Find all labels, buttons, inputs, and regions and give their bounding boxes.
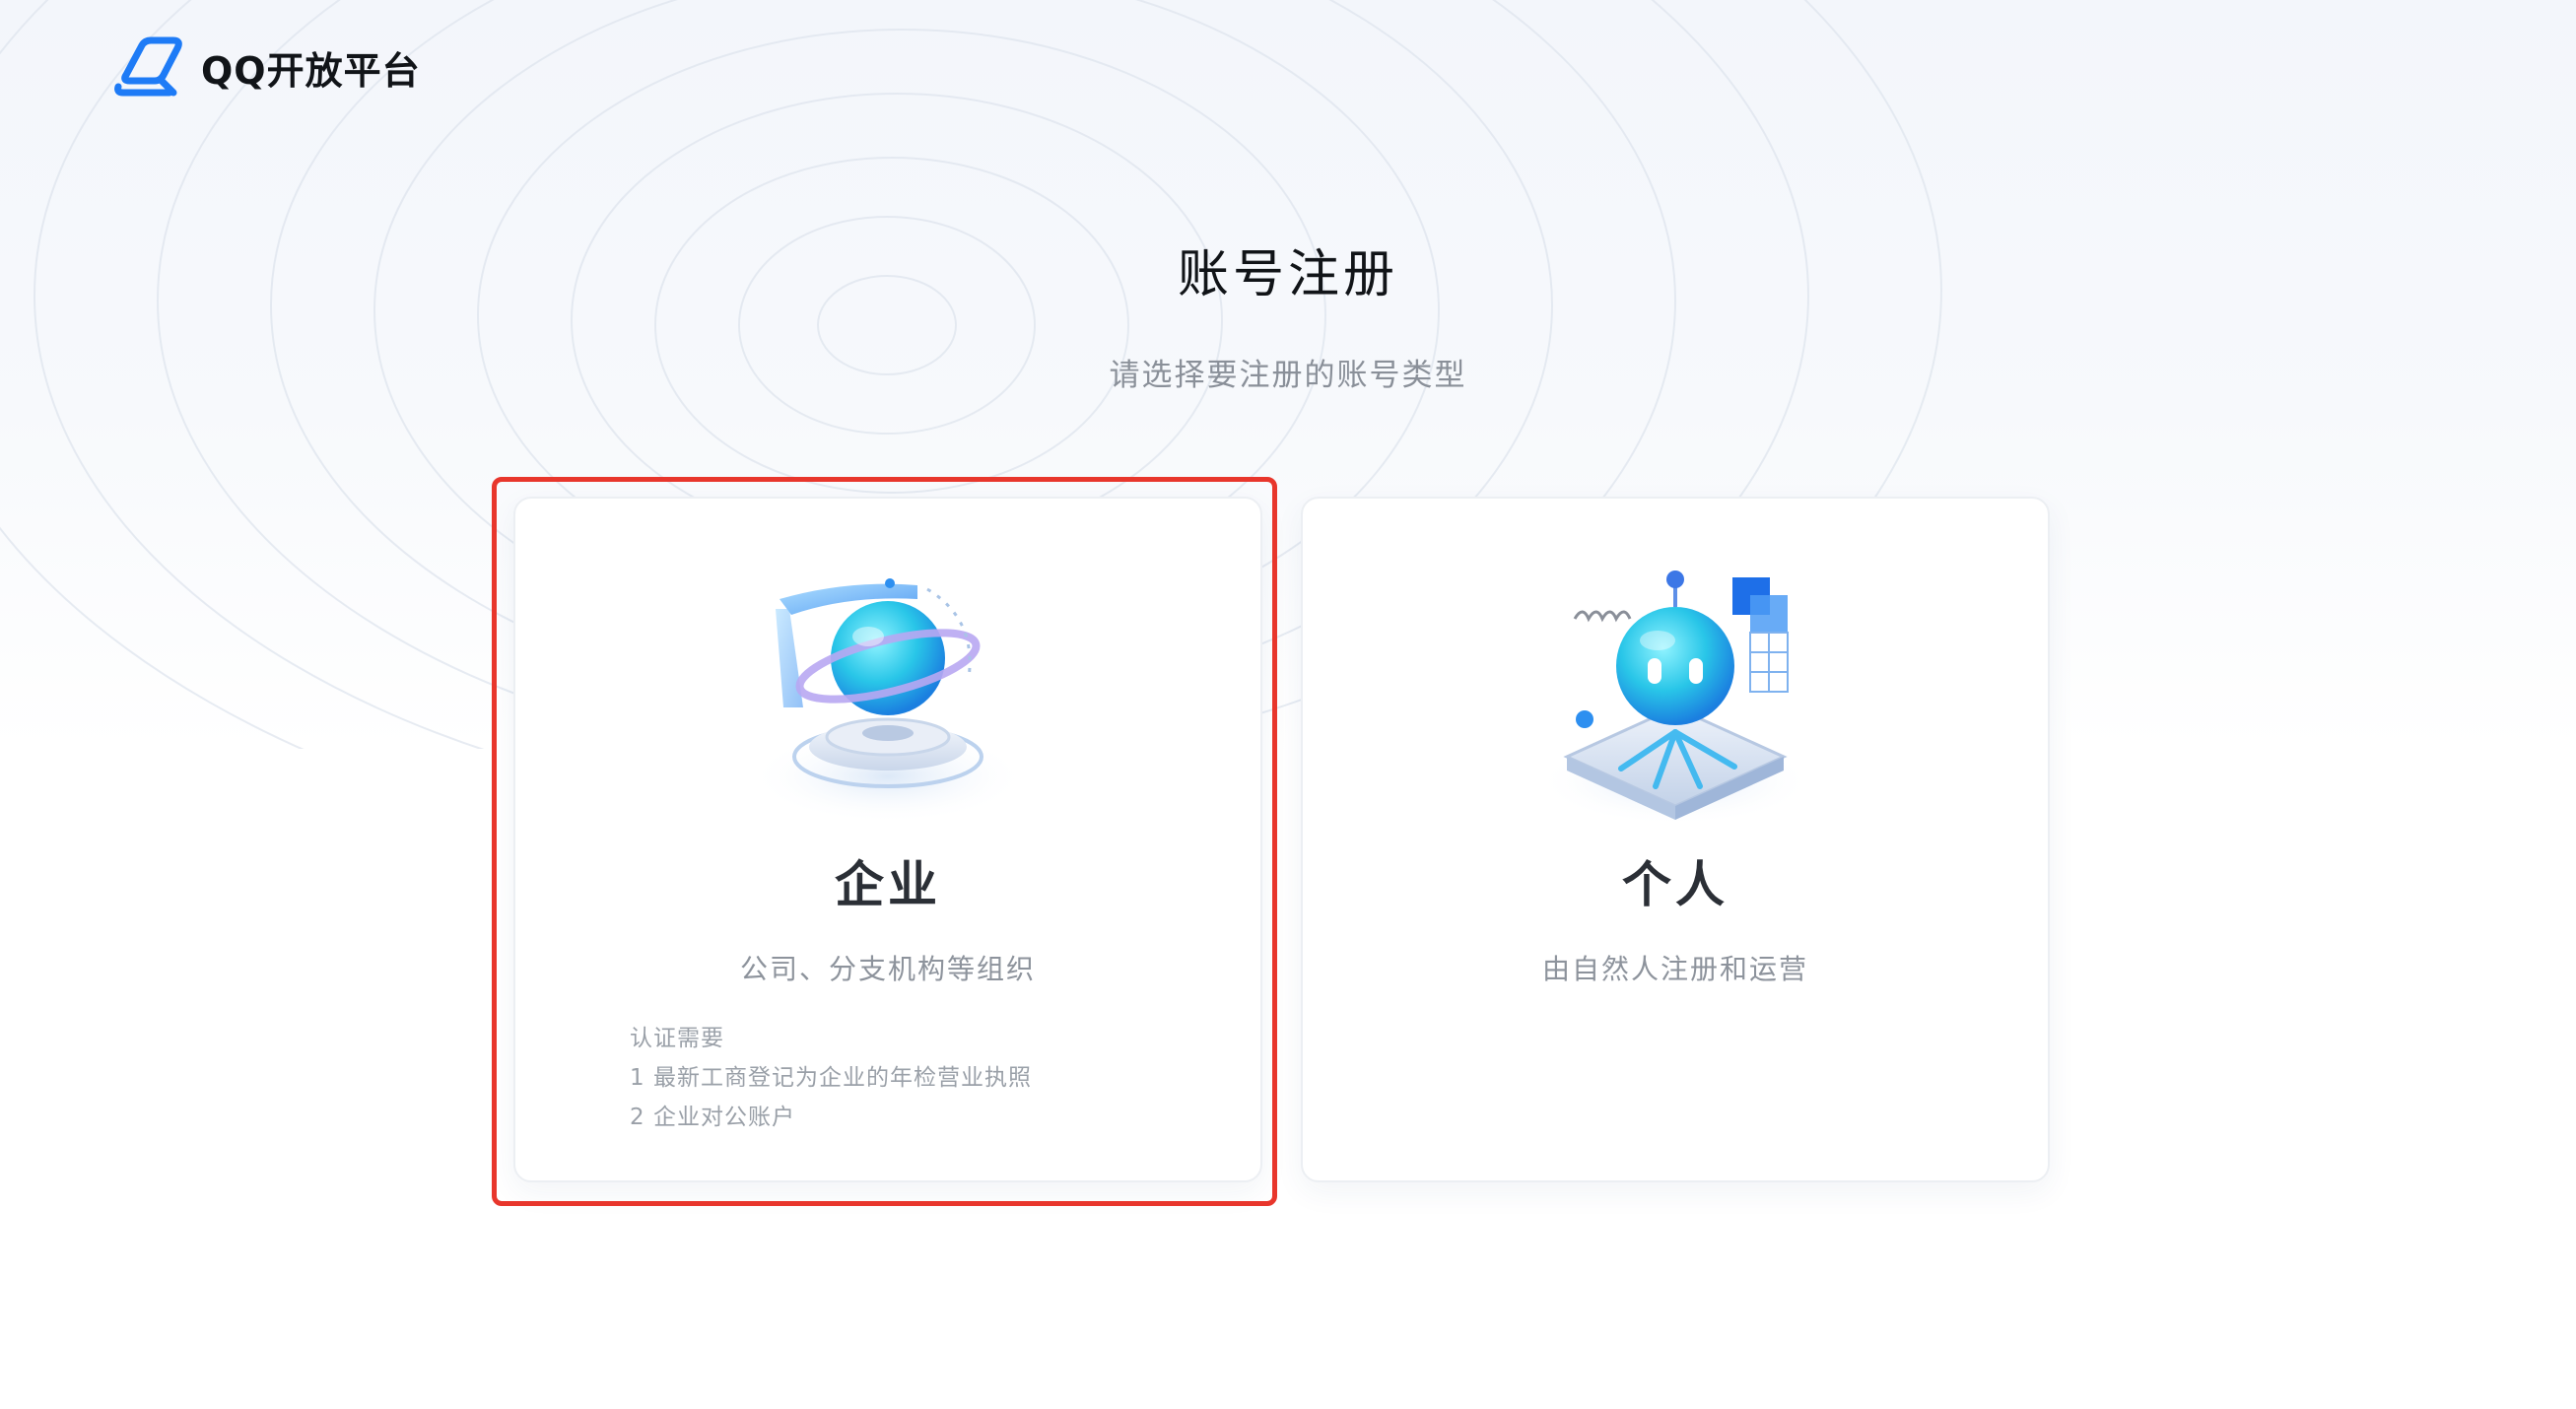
requirement-item: 2 企业对公账户 xyxy=(630,1105,795,1130)
personal-card-description: 由自然人注册和运营 xyxy=(1541,953,1808,985)
planet-icon xyxy=(750,578,1026,824)
enterprise-card-title: 企业 xyxy=(835,856,941,913)
requirements-heading: 认证需要 xyxy=(630,1026,724,1051)
personal-account-card[interactable]: 个人 由自然人注册和运营 xyxy=(1301,497,2050,1182)
page-title: 账号注册 xyxy=(1177,245,1398,304)
enterprise-account-card[interactable]: 企业 公司、分支机构等组织 认证需要 1 最新工商登记为企业的年检营业执照 2 … xyxy=(513,497,1262,1182)
qq-open-platform-logo-icon xyxy=(114,36,182,97)
personal-card-title: 个人 xyxy=(1622,856,1729,913)
enterprise-requirements: 认证需要 1 最新工商登记为企业的年检营业执照 2 企业对公账户 xyxy=(630,1019,1032,1137)
requirement-item: 1 最新工商登记为企业的年检营业执照 xyxy=(630,1065,1032,1091)
brand-logo[interactable]: QQ开放平台 xyxy=(112,34,421,101)
page-subtitle: 请选择要注册的账号类型 xyxy=(1109,358,1467,393)
logo-text: QQ开放平台 xyxy=(201,48,421,93)
robot-icon xyxy=(1537,570,1813,826)
enterprise-card-description: 公司、分支机构等组织 xyxy=(739,953,1036,985)
